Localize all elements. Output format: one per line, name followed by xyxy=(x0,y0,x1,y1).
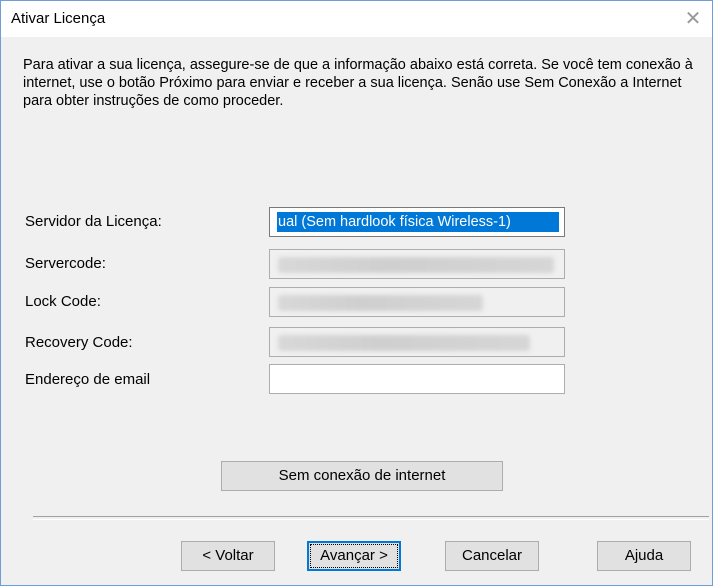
server-value: ual (Sem hardlook física Wireless-1) xyxy=(277,212,559,232)
lockcode-field[interactable] xyxy=(269,287,565,317)
email-label: Endereço de email xyxy=(25,371,151,388)
email-input[interactable] xyxy=(269,364,565,394)
cancel-button[interactable]: Cancelar xyxy=(445,541,539,571)
lockcode-redacted xyxy=(278,295,483,311)
recovery-field[interactable] xyxy=(269,327,565,357)
servercode-redacted xyxy=(278,257,554,273)
server-label: Servidor da Licença: xyxy=(25,213,162,230)
intro-text: Para ativar a sua licença, assegure-se d… xyxy=(23,57,693,109)
lockcode-label: Lock Code: xyxy=(25,293,101,310)
offline-button[interactable]: Sem conexão de internet xyxy=(221,461,503,491)
back-button[interactable]: < Voltar xyxy=(181,541,275,571)
servercode-label: Servercode: xyxy=(25,255,106,272)
servercode-field[interactable] xyxy=(269,249,565,279)
separator xyxy=(33,516,709,520)
next-button[interactable]: Avançar > xyxy=(307,541,401,571)
server-field[interactable]: ual (Sem hardlook física Wireless-1) xyxy=(269,207,565,237)
title-bar: Ativar Licença ✕ xyxy=(1,1,712,37)
help-button[interactable]: Ajuda xyxy=(597,541,691,571)
activate-license-dialog: Ativar Licença ✕ Para ativar a sua licen… xyxy=(0,0,713,586)
recovery-redacted xyxy=(278,335,530,351)
focus-ring xyxy=(310,544,398,568)
close-icon[interactable]: ✕ xyxy=(682,7,704,29)
dialog-title: Ativar Licença xyxy=(11,10,106,27)
recovery-label: Recovery Code: xyxy=(25,334,133,351)
